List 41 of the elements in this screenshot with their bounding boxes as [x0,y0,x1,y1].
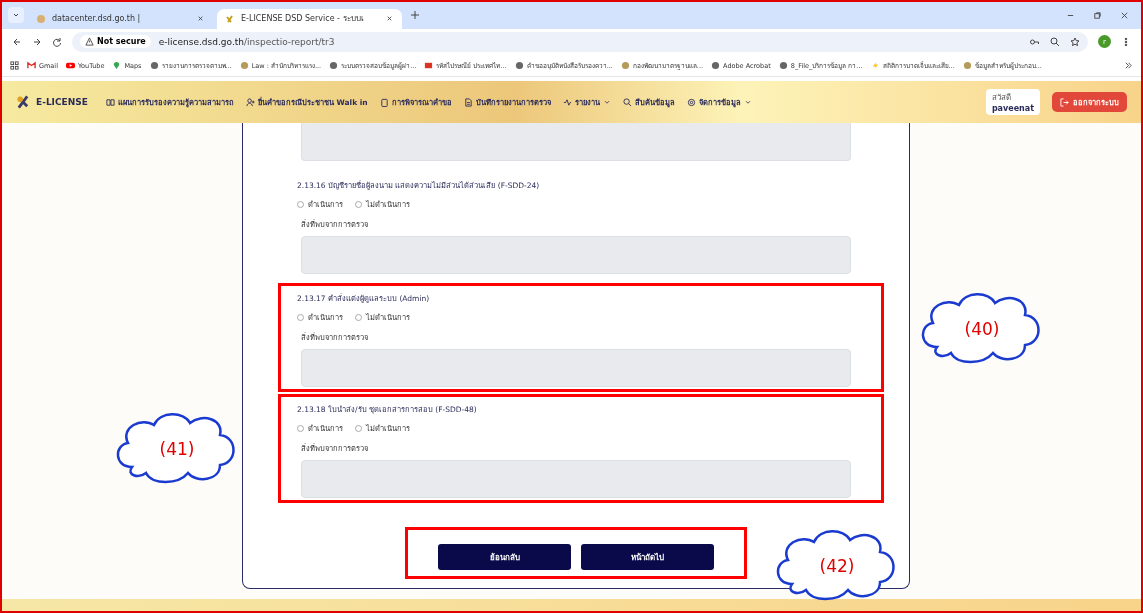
back-button[interactable]: ย้อนกลับ [438,544,571,570]
flag-icon [424,61,434,71]
close-icon[interactable] [1120,10,1129,20]
callout-number: (40) [964,319,1000,339]
reload-icon[interactable] [52,36,62,47]
apps-grid-icon[interactable] [10,61,19,71]
document-icon [463,97,473,107]
forward-icon[interactable] [32,36,42,47]
next-button[interactable]: หน้าถัดไป [581,544,714,570]
chevron-down-icon [743,98,752,107]
mail-icon [27,61,36,71]
play-icon [65,61,75,71]
restore-icon[interactable] [1093,10,1102,20]
url-text: e-license.dsd.go.th/inspectio-report/tr3 [158,36,335,47]
map-pin-icon [112,61,122,71]
back-icon[interactable] [12,36,22,47]
lightning-icon [870,61,880,71]
logo-text: E-LICENSE [36,97,88,108]
key-icon[interactable] [1029,36,1040,47]
greeting-text: สวัสดี [991,92,1012,104]
person-add-icon [245,97,255,107]
star-icon[interactable] [1070,36,1080,47]
username: paveenat [991,104,1034,114]
logout-icon [1060,97,1069,107]
browser-tab[interactable]: E-LICENSE DSD Service - ระบบเ [217,8,402,29]
address-bar[interactable]: Not secure e-license.dsd.go.th/inspectio-report/tr3 [72,31,1088,52]
security-label: Not secure [97,37,146,47]
logo-icon [16,95,30,110]
zoom-icon[interactable] [1050,36,1060,47]
activity-icon [562,97,572,107]
plus-icon[interactable] [410,10,420,21]
clipboard-icon [379,97,389,107]
chevron-double-right-icon[interactable] [1124,61,1133,71]
search-icon [622,97,632,107]
callout-number: (42) [819,556,855,576]
callout-number: (41) [159,439,195,459]
warning-icon [85,37,94,47]
logo-icon [225,13,235,24]
chevron-down-icon [602,98,611,107]
browser-tab[interactable]: datacenter.dsd.go.th | [28,8,213,29]
settings-icon [686,97,696,107]
